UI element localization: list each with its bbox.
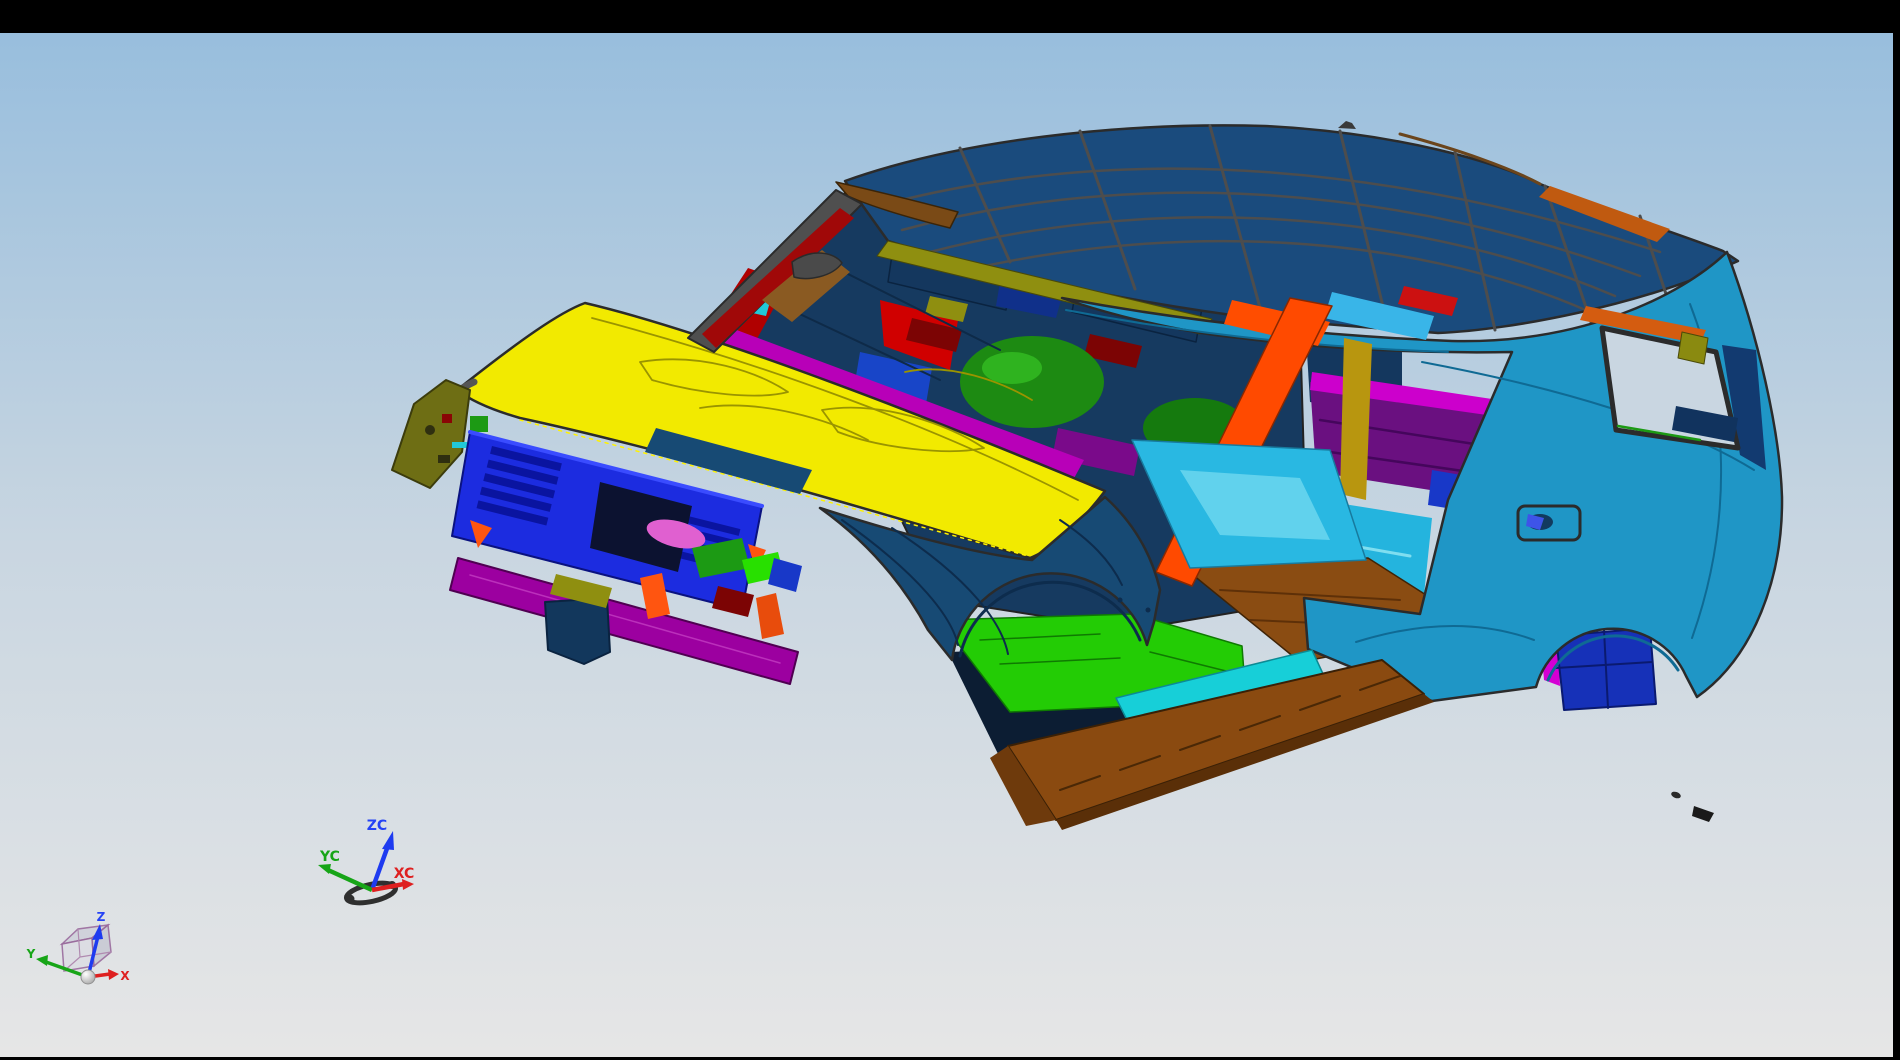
cad-application-window: ZC YC XC Z Y X [0, 0, 1900, 1060]
fender-bolt-hole [1146, 608, 1151, 613]
apron-hole [425, 425, 435, 435]
door-handle-pocket[interactable] [1518, 506, 1580, 540]
quarter-window-olive-plate[interactable] [1678, 332, 1708, 364]
view-x-label: X [120, 969, 130, 983]
wcs-ring-handle[interactable] [346, 895, 355, 904]
view-y-label: Y [26, 947, 36, 961]
wcs-zc-label: ZC [367, 818, 387, 834]
fender-bolt-hole-2 [1118, 598, 1123, 603]
view-origin-sphere[interactable] [81, 970, 95, 984]
wcs-xc-label: XC [394, 866, 415, 882]
apron-green-bracket[interactable] [470, 416, 488, 432]
apron-slot [438, 455, 450, 463]
graphics-viewport[interactable]: ZC YC XC Z Y X [0, 0, 1900, 1060]
wcs-yc-label: YC [319, 849, 340, 865]
view-z-label: Z [97, 910, 106, 924]
window-frame-top [0, 0, 1900, 33]
apron-cyan-clip [452, 442, 468, 448]
wheelhouse-green-dome[interactable] [960, 336, 1104, 428]
window-frame-right [1893, 0, 1900, 1060]
apron-red-clip [442, 414, 452, 423]
wheelhouse-green-highlight [982, 352, 1042, 384]
